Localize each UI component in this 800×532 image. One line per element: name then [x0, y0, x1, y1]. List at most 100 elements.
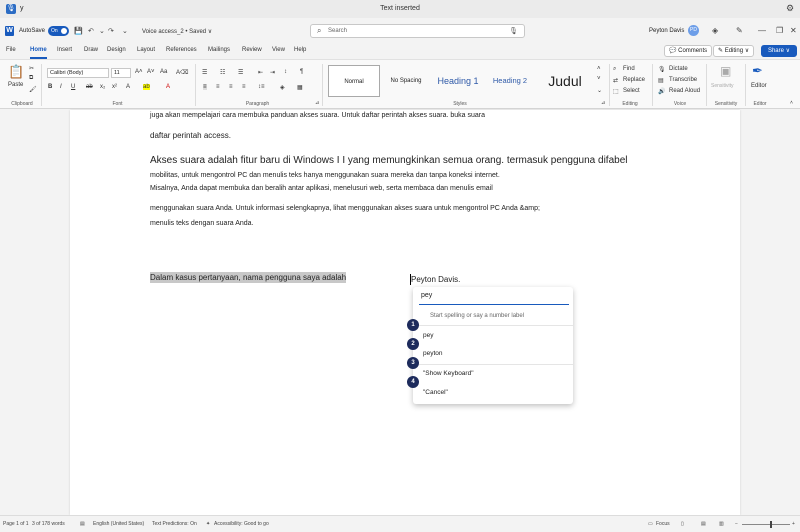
read-aloud-icon[interactable]: 🔊 [658, 88, 665, 95]
styles-more-icon[interactable]: ⌄ [597, 87, 602, 94]
restore-icon[interactable]: ❐ [776, 26, 783, 35]
diamond-icon[interactable]: ◈ [712, 26, 718, 35]
customize-qat-icon[interactable]: ⌄ [122, 27, 128, 35]
transcribe-icon[interactable]: ▤ [658, 77, 664, 84]
document-line[interactable]: Misalnya, Anda dapat membuka dan beralih… [150, 185, 493, 192]
number-label-badge[interactable]: 1 [407, 319, 419, 331]
subscript-icon[interactable]: x₂ [100, 84, 105, 90]
accessibility-icon[interactable]: ✦ [206, 521, 210, 527]
document-page[interactable]: juga akan mempelajari cara membuka pandu… [70, 110, 740, 515]
style-heading-1[interactable]: Heading 1 [432, 65, 484, 97]
editor-icon[interactable]: ✒ [752, 63, 763, 79]
tab-mailings[interactable]: Mailings [208, 47, 230, 53]
tab-help[interactable]: Help [294, 47, 306, 53]
save-icon[interactable]: 💾 [74, 27, 83, 35]
numbering-icon[interactable]: ☷ [220, 69, 225, 76]
styles-launcher-icon[interactable]: ⊿ [601, 100, 605, 106]
document-line[interactable]: menulis teks dengan suara Anda. [150, 220, 254, 227]
highlight-icon[interactable]: ab [143, 84, 150, 90]
paste-label[interactable]: Paste [8, 82, 23, 88]
select-button[interactable]: Select [623, 88, 640, 94]
bold-icon[interactable]: B [48, 84, 52, 90]
tab-references[interactable]: References [166, 47, 197, 53]
zoom-slider[interactable] [742, 524, 790, 525]
read-mode-icon[interactable]: ▯ [681, 521, 684, 527]
transcribe-button[interactable]: Transcribe [669, 77, 697, 83]
change-case-icon[interactable]: Aa [160, 69, 167, 75]
style-heading-2[interactable]: Heading 2 [486, 65, 534, 97]
underline-icon[interactable]: U [71, 84, 75, 90]
cancel-option[interactable]: "Cancel" [423, 389, 448, 396]
editing-mode-button[interactable]: ✎ Editing ∨ [713, 45, 755, 57]
font-color-icon[interactable]: A [166, 84, 170, 90]
word-count[interactable]: 3 of 178 words [32, 521, 65, 527]
undo-dropdown-icon[interactable]: ⌄ [99, 27, 105, 35]
decrease-indent-icon[interactable]: ⇤ [258, 69, 263, 76]
show-keyboard-option[interactable]: "Show Keyboard" [423, 370, 474, 377]
style-title[interactable]: Judul [536, 65, 594, 97]
document-line[interactable]: menggunakan suara Anda. Untuk informasi … [150, 205, 540, 212]
find-button[interactable]: Find [623, 66, 635, 72]
copy-icon[interactable]: ⧉ [29, 75, 33, 82]
inserted-name-text[interactable]: Peyton Davis. [411, 275, 460, 284]
undo-icon[interactable]: ↶ [88, 27, 94, 35]
styles-scroll-up-icon[interactable]: ˄ [597, 66, 601, 72]
format-painter-icon[interactable]: 🖌 [29, 86, 37, 93]
document-line[interactable]: daftar perintah access. [150, 131, 231, 140]
number-label-badge[interactable]: 2 [407, 338, 419, 350]
language-status[interactable]: English (United States) [93, 521, 144, 527]
search-mic-icon[interactable]: 🎙 [509, 27, 518, 35]
replace-icon[interactable]: ⇄ [613, 77, 618, 84]
tab-draw[interactable]: Draw [84, 47, 98, 53]
align-left-icon[interactable]: ≡ [203, 84, 207, 90]
sensitivity-button[interactable]: Sensitivity [711, 83, 734, 89]
spelling-input[interactable]: pey [419, 292, 569, 305]
italic-icon[interactable]: I [60, 84, 62, 90]
multilevel-list-icon[interactable]: ☰ [238, 69, 243, 76]
sort-icon[interactable]: ↕ [284, 69, 287, 75]
cut-icon[interactable]: ✂ [29, 65, 34, 72]
user-name[interactable]: Peyton Davis [649, 28, 684, 34]
tab-design[interactable]: Design [107, 47, 126, 53]
editor-button[interactable]: Editor [751, 83, 767, 89]
replace-button[interactable]: Replace [623, 77, 645, 83]
text-effects-icon[interactable]: A [126, 84, 130, 90]
line-spacing-icon[interactable]: ↕≡ [258, 84, 265, 90]
clear-format-icon[interactable]: A⌫ [176, 69, 189, 76]
shading-icon[interactable]: ◈ [280, 84, 285, 91]
styles-scroll-down-icon[interactable]: ˅ [597, 76, 601, 82]
style-no-spacing[interactable]: No Spacing [382, 65, 430, 97]
text-predictions-status[interactable]: Text Predictions: On [152, 521, 197, 527]
suggestion-item[interactable]: pey [423, 332, 433, 339]
tab-view[interactable]: View [272, 47, 285, 53]
tab-layout[interactable]: Layout [137, 47, 155, 53]
font-family-select[interactable]: Calibri (Body) [47, 68, 109, 78]
grow-font-icon[interactable]: A˄ [135, 69, 143, 75]
tab-insert[interactable]: Insert [57, 47, 72, 53]
bullets-icon[interactable]: ☰ [202, 69, 207, 76]
paragraph-launcher-icon[interactable]: ⊿ [315, 100, 319, 106]
increase-indent-icon[interactable]: ⇥ [270, 69, 275, 76]
pilcrow-icon[interactable]: ¶ [300, 69, 303, 75]
style-normal[interactable]: Normal [328, 65, 380, 97]
suggestion-item[interactable]: peyton [423, 350, 443, 357]
borders-icon[interactable]: ▦ [297, 84, 303, 91]
close-icon[interactable]: ✕ [790, 26, 797, 35]
tab-file[interactable]: File [6, 47, 16, 53]
zoom-in-icon[interactable]: + [792, 521, 795, 527]
number-label-badge[interactable]: 3 [407, 357, 419, 369]
align-right-icon[interactable]: ≡ [229, 84, 233, 90]
search-input[interactable]: Search [328, 28, 347, 34]
selected-text[interactable]: Dalam kasus pertanyaan, nama pengguna sa… [150, 272, 347, 283]
align-center-icon[interactable]: ≡ [216, 84, 220, 90]
zoom-slider-thumb[interactable] [770, 521, 772, 528]
dictate-icon[interactable]: 🎙 [658, 66, 666, 73]
document-line[interactable]: mobilitas, untuk mengontrol PC dan menul… [150, 172, 500, 179]
tab-home[interactable]: Home [30, 47, 47, 53]
web-layout-icon[interactable]: ▥ [719, 521, 724, 527]
minimize-icon[interactable]: — [758, 26, 766, 35]
font-size-select[interactable]: 11 [111, 68, 131, 78]
document-line[interactable]: Akses suara adalah fitur baru di Windows… [150, 155, 628, 166]
document-name[interactable]: Voice access_2 • Saved ∨ [142, 28, 212, 35]
redo-icon[interactable]: ↷ [108, 27, 114, 35]
